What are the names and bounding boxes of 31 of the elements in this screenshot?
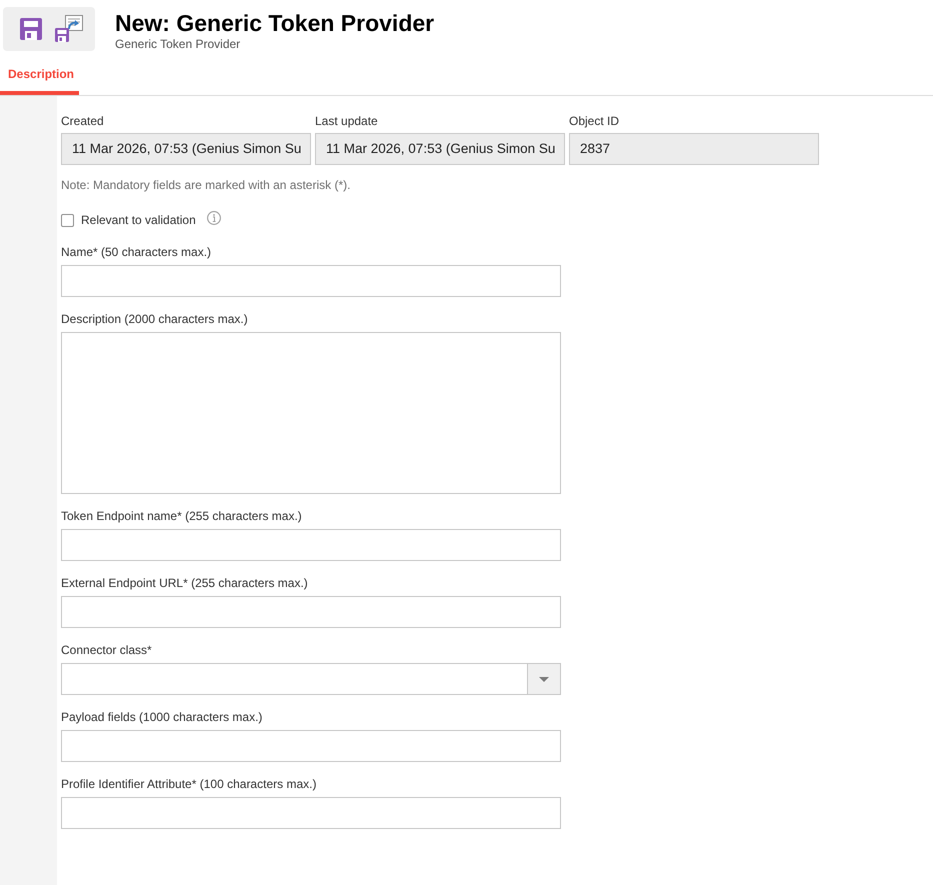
text-field[interactable] [61,730,561,762]
note-text: Note: Mandatory fields are marked with an asterisk (*). [61,178,352,192]
field-label: Payload fields (1000 characters max.) [61,710,264,724]
field-label: Profile Identifier Attribute* (100 characters max.) [61,777,318,791]
text-field[interactable] [61,265,561,297]
save-button[interactable] [20,18,42,40]
readonly-field: 11 Mar 2026, 07:53 (Genius Simon Su [61,133,311,165]
field-label: External Endpoint URL* (255 characters max.) [61,576,309,590]
page-title: New: Generic Token Provider [115,9,434,37]
floppy-document-icon [55,14,83,42]
readonly-field: 11 Mar 2026, 07:53 (Genius Simon Su [315,133,565,165]
field-label: Last update [315,114,379,128]
text-field[interactable] [61,529,561,561]
field-label: Created [61,114,105,128]
checkbox-label: Relevant to validation [81,213,196,227]
checkbox[interactable] [61,214,74,226]
dropdown-button[interactable] [527,664,560,694]
readonly-field: 2837 [569,133,819,165]
field-label: Description (2000 characters max.) [61,312,249,326]
caret-icon [539,676,549,682]
dropdown-field[interactable] [61,663,561,695]
save-as-button[interactable] [55,16,83,42]
field-label: Connector class* [61,643,153,657]
field-label: Token Endpoint name* (255 characters max.) [61,509,303,523]
text-area[interactable] [61,332,561,494]
text-field[interactable] [61,797,561,829]
field-label: Object ID [569,114,620,128]
text-field[interactable] [61,596,561,628]
info-icon[interactable] [206,211,221,225]
field-label: Name* (50 characters max.) [61,245,212,259]
page-subtitle: Generic Token Provider [115,37,242,51]
